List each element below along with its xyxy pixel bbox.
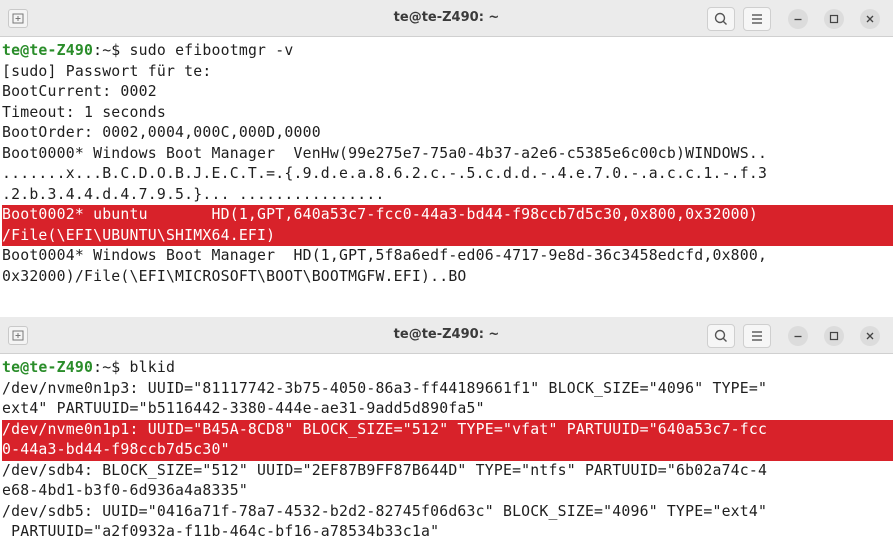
maximize-icon[interactable] — [824, 9, 844, 29]
hamburger-menu-icon[interactable] — [743, 7, 771, 31]
output-line: Timeout: 1 seconds — [2, 103, 166, 121]
output-line: BootOrder: 0002,0004,000C,000D,0000 — [2, 124, 321, 141]
output-line: [sudo] Passwort für te: — [2, 62, 212, 80]
output-line: e68-4bd1-b3f0-6d936a4a8335" — [2, 482, 248, 499]
titlebar: te@te-Z490: ~ — [0, 0, 893, 37]
minimize-icon[interactable] — [788, 9, 808, 29]
output-line: .......x...B.C.D.O.B.J.E.C.T.=.{.9.d.e.a… — [2, 165, 768, 182]
terminal-output[interactable]: te@te-Z490:~$ sudo efibootmgr -v [sudo] … — [0, 37, 893, 287]
prompt-path: :~$ — [93, 359, 130, 376]
prompt-line: te@te-Z490:~$ blkid — [2, 358, 893, 379]
output-line: /dev/sdb4: BLOCK_SIZE="512" UUID="2EF87B… — [2, 461, 768, 479]
prompt-line: te@te-Z490:~$ sudo efibootmgr -v — [2, 41, 893, 62]
prompt-user: te@te-Z490 — [2, 359, 94, 376]
terminal-window-efibootmgr: te@te-Z490: ~ te@te-Z490:~$ sudo efiboot… — [0, 0, 893, 317]
highlighted-output-line: Boot0002* ubuntu HD(1,GPT,640a53c7-fcc0-… — [2, 205, 893, 226]
command-text: sudo efibootmgr -v — [129, 42, 294, 59]
output-line: Boot0000* Windows Boot Manager VenHw(99e… — [2, 144, 768, 162]
output-line: .2.b.3.4.4.d.4.7.9.5.}... ..............… — [2, 185, 385, 203]
highlighted-output-line: /dev/nvme0n1p1: UUID="B45A-8CD8" BLOCK_S… — [2, 419, 893, 440]
hamburger-menu-icon[interactable] — [743, 324, 771, 348]
search-icon[interactable] — [707, 7, 735, 31]
maximize-icon[interactable] — [824, 326, 844, 346]
output-line: ext4" PARTUUID="b5116442-3380-444e-ae31-… — [2, 400, 485, 417]
output-line: /dev/nvme0n1p3: UUID="81117742-3b75-4050… — [2, 379, 768, 397]
search-icon[interactable] — [707, 324, 735, 348]
prompt-path: :~$ — [93, 42, 130, 59]
command-text: blkid — [129, 359, 176, 376]
output-line: 0x32000)/File(\EFI\MICROSOFT\BOOT\BOOTMG… — [2, 267, 467, 285]
prompt-user: te@te-Z490 — [2, 42, 94, 59]
close-icon[interactable] — [860, 9, 880, 29]
output-line: /dev/sdb5: UUID="0416a71f-78a7-4532-b2d2… — [2, 502, 768, 520]
highlighted-output-line: 0-44a3-bd44-f98ccb7d5c30" — [2, 440, 893, 461]
minimize-icon[interactable] — [788, 326, 808, 346]
output-line: BootCurrent: 0002 — [2, 83, 157, 100]
output-line: PARTUUID="a2f0932a-f11b-464c-bf16-a78534… — [2, 523, 440, 540]
highlighted-output-line: /File(\EFI\UBUNTU\SHIMX64.EFI) — [2, 225, 893, 246]
terminal-output[interactable]: te@te-Z490:~$ blkid /dev/nvme0n1p3: UUID… — [0, 354, 893, 543]
output-line: Boot0004* Windows Boot Manager HD(1,GPT,… — [2, 247, 768, 264]
titlebar: te@te-Z490: ~ — [0, 317, 893, 354]
close-icon[interactable] — [860, 326, 880, 346]
terminal-window-blkid: te@te-Z490: ~ te@te-Z490:~$ blkid /dev/n… — [0, 317, 893, 553]
